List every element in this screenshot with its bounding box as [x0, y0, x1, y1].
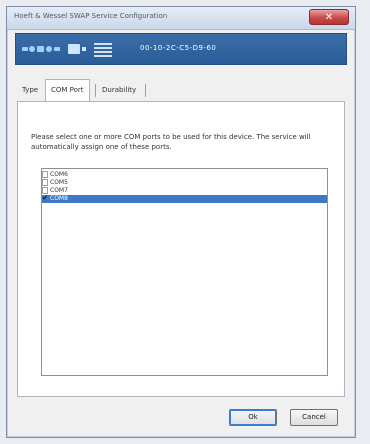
tab-type[interactable]: Type: [17, 81, 43, 99]
list-item[interactable]: ✔ COM8: [42, 195, 327, 203]
list-item[interactable]: COM6: [42, 171, 327, 179]
com-port-description: Please select one or more COM ports to b…: [31, 133, 311, 151]
tab-separator: [95, 84, 96, 97]
port-checkbox[interactable]: [42, 187, 48, 194]
port-checkbox[interactable]: [42, 171, 48, 178]
window-title: Hoeft & Wessel SWAP Service Configuratio…: [14, 12, 168, 20]
list-item[interactable]: COM7: [42, 187, 327, 195]
close-icon: ✕: [324, 12, 334, 23]
swap-config-dialog: Hoeft & Wessel SWAP Service Configuratio…: [6, 6, 356, 438]
com-port-list[interactable]: COM6 COM5 COM7 ✔ COM8: [41, 168, 328, 376]
title-bar[interactable]: Hoeft & Wessel SWAP Service Configuratio…: [7, 7, 355, 30]
port-label: COM8: [50, 195, 68, 202]
list-item[interactable]: COM5: [42, 179, 327, 187]
hw-swap-logo-icon: [22, 43, 112, 57]
device-banner: 00-10-2C-C5-D9-60: [15, 33, 347, 65]
ok-button[interactable]: Ok: [229, 409, 277, 426]
com-port-panel: Please select one or more COM ports to b…: [17, 101, 345, 397]
cancel-button[interactable]: Cancel: [290, 409, 338, 426]
tab-com-port[interactable]: COM Port: [45, 79, 90, 101]
tab-separator: [145, 84, 146, 97]
device-mac-address: 00-10-2C-C5-D9-60: [140, 44, 217, 52]
close-button[interactable]: ✕: [309, 9, 349, 25]
tab-durability[interactable]: Durability: [97, 81, 141, 99]
check-icon[interactable]: ✔: [42, 195, 48, 202]
port-checkbox[interactable]: [42, 179, 48, 186]
